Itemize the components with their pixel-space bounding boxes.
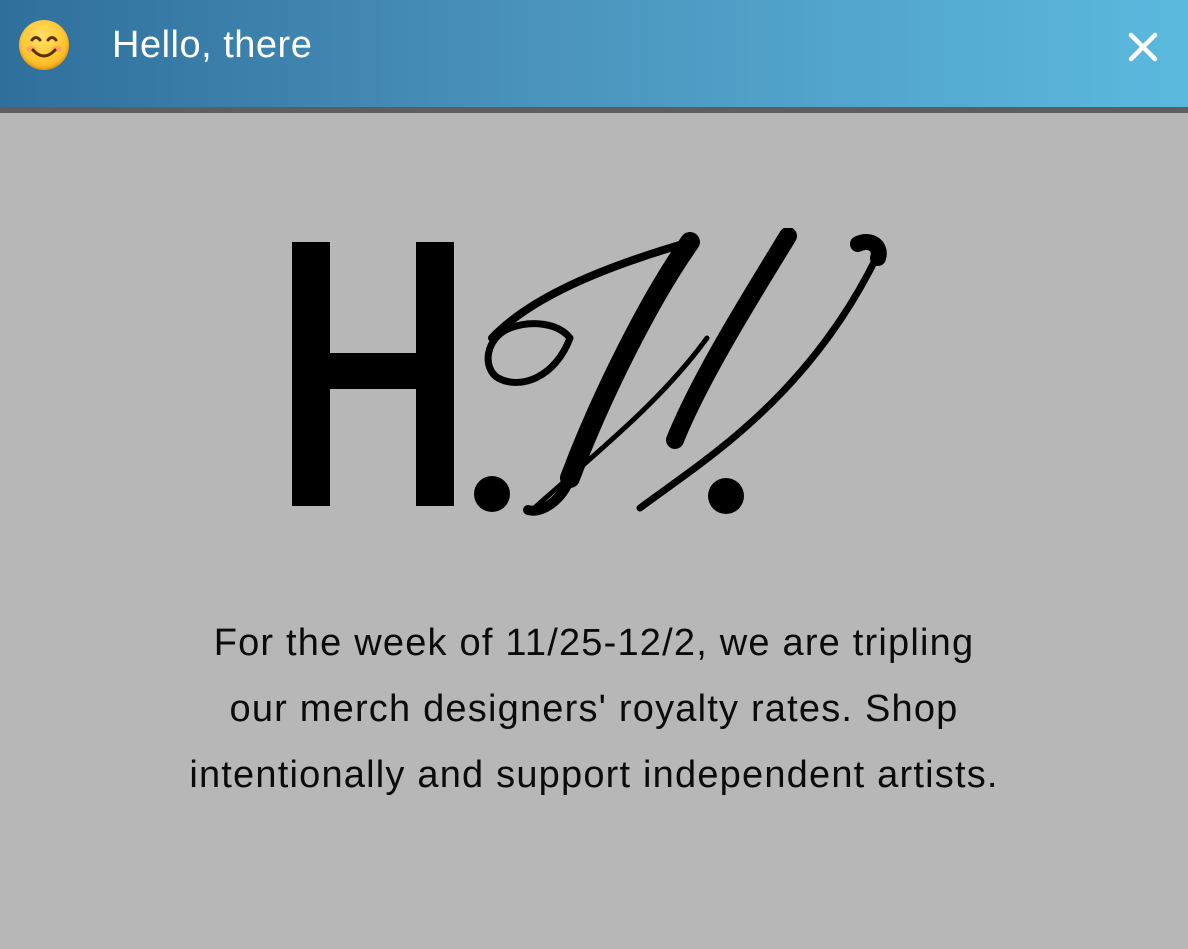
dialog-title: Hello, there (112, 24, 313, 66)
close-icon[interactable] (1118, 22, 1168, 72)
announcement-line-2: our merch designers' royalty rates. Shop (229, 688, 959, 730)
announcement-text: For the week of 11/25-12/2, we are tripl… (60, 610, 1128, 808)
hw-logo (292, 228, 887, 516)
announcement-line-3: intentionally and support independent ar… (189, 754, 999, 796)
announcement-line-1: For the week of 11/25-12/2, we are tripl… (213, 622, 975, 664)
dialog-body: For the week of 11/25-12/2, we are tripl… (0, 113, 1188, 949)
dialog-titlebar: Hello, there (0, 0, 1188, 107)
smiling-face-icon (19, 20, 69, 70)
